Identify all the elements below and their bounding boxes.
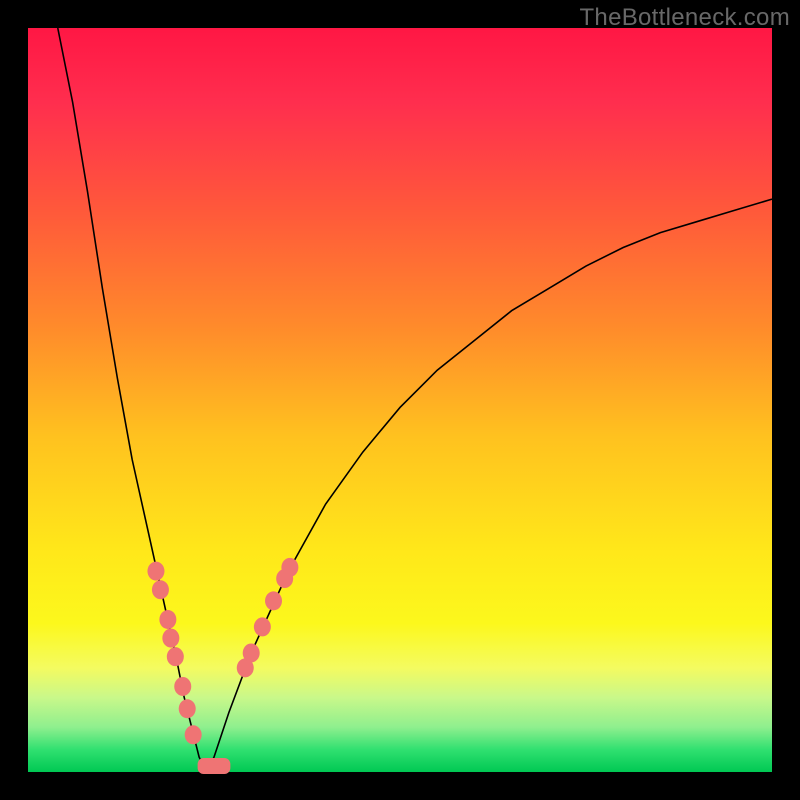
data-dot <box>174 677 191 696</box>
data-dot <box>147 562 164 581</box>
bottleneck-curve-plot <box>28 28 772 772</box>
watermark-text: TheBottleneck.com <box>579 4 790 32</box>
data-dot <box>159 610 176 629</box>
data-dots-left <box>147 562 201 745</box>
data-dot <box>162 629 179 648</box>
bottom-pill-marker <box>198 758 231 774</box>
data-dot <box>185 725 202 744</box>
data-dot <box>152 580 169 599</box>
data-dot <box>179 699 196 718</box>
data-dot <box>167 647 184 666</box>
curve-right-branch <box>207 199 772 772</box>
data-dot <box>265 591 282 610</box>
data-dot <box>243 643 260 662</box>
data-dot <box>281 558 298 577</box>
curve-left-branch <box>58 28 207 772</box>
chart-gradient-frame <box>28 28 772 772</box>
data-dot <box>254 617 271 636</box>
